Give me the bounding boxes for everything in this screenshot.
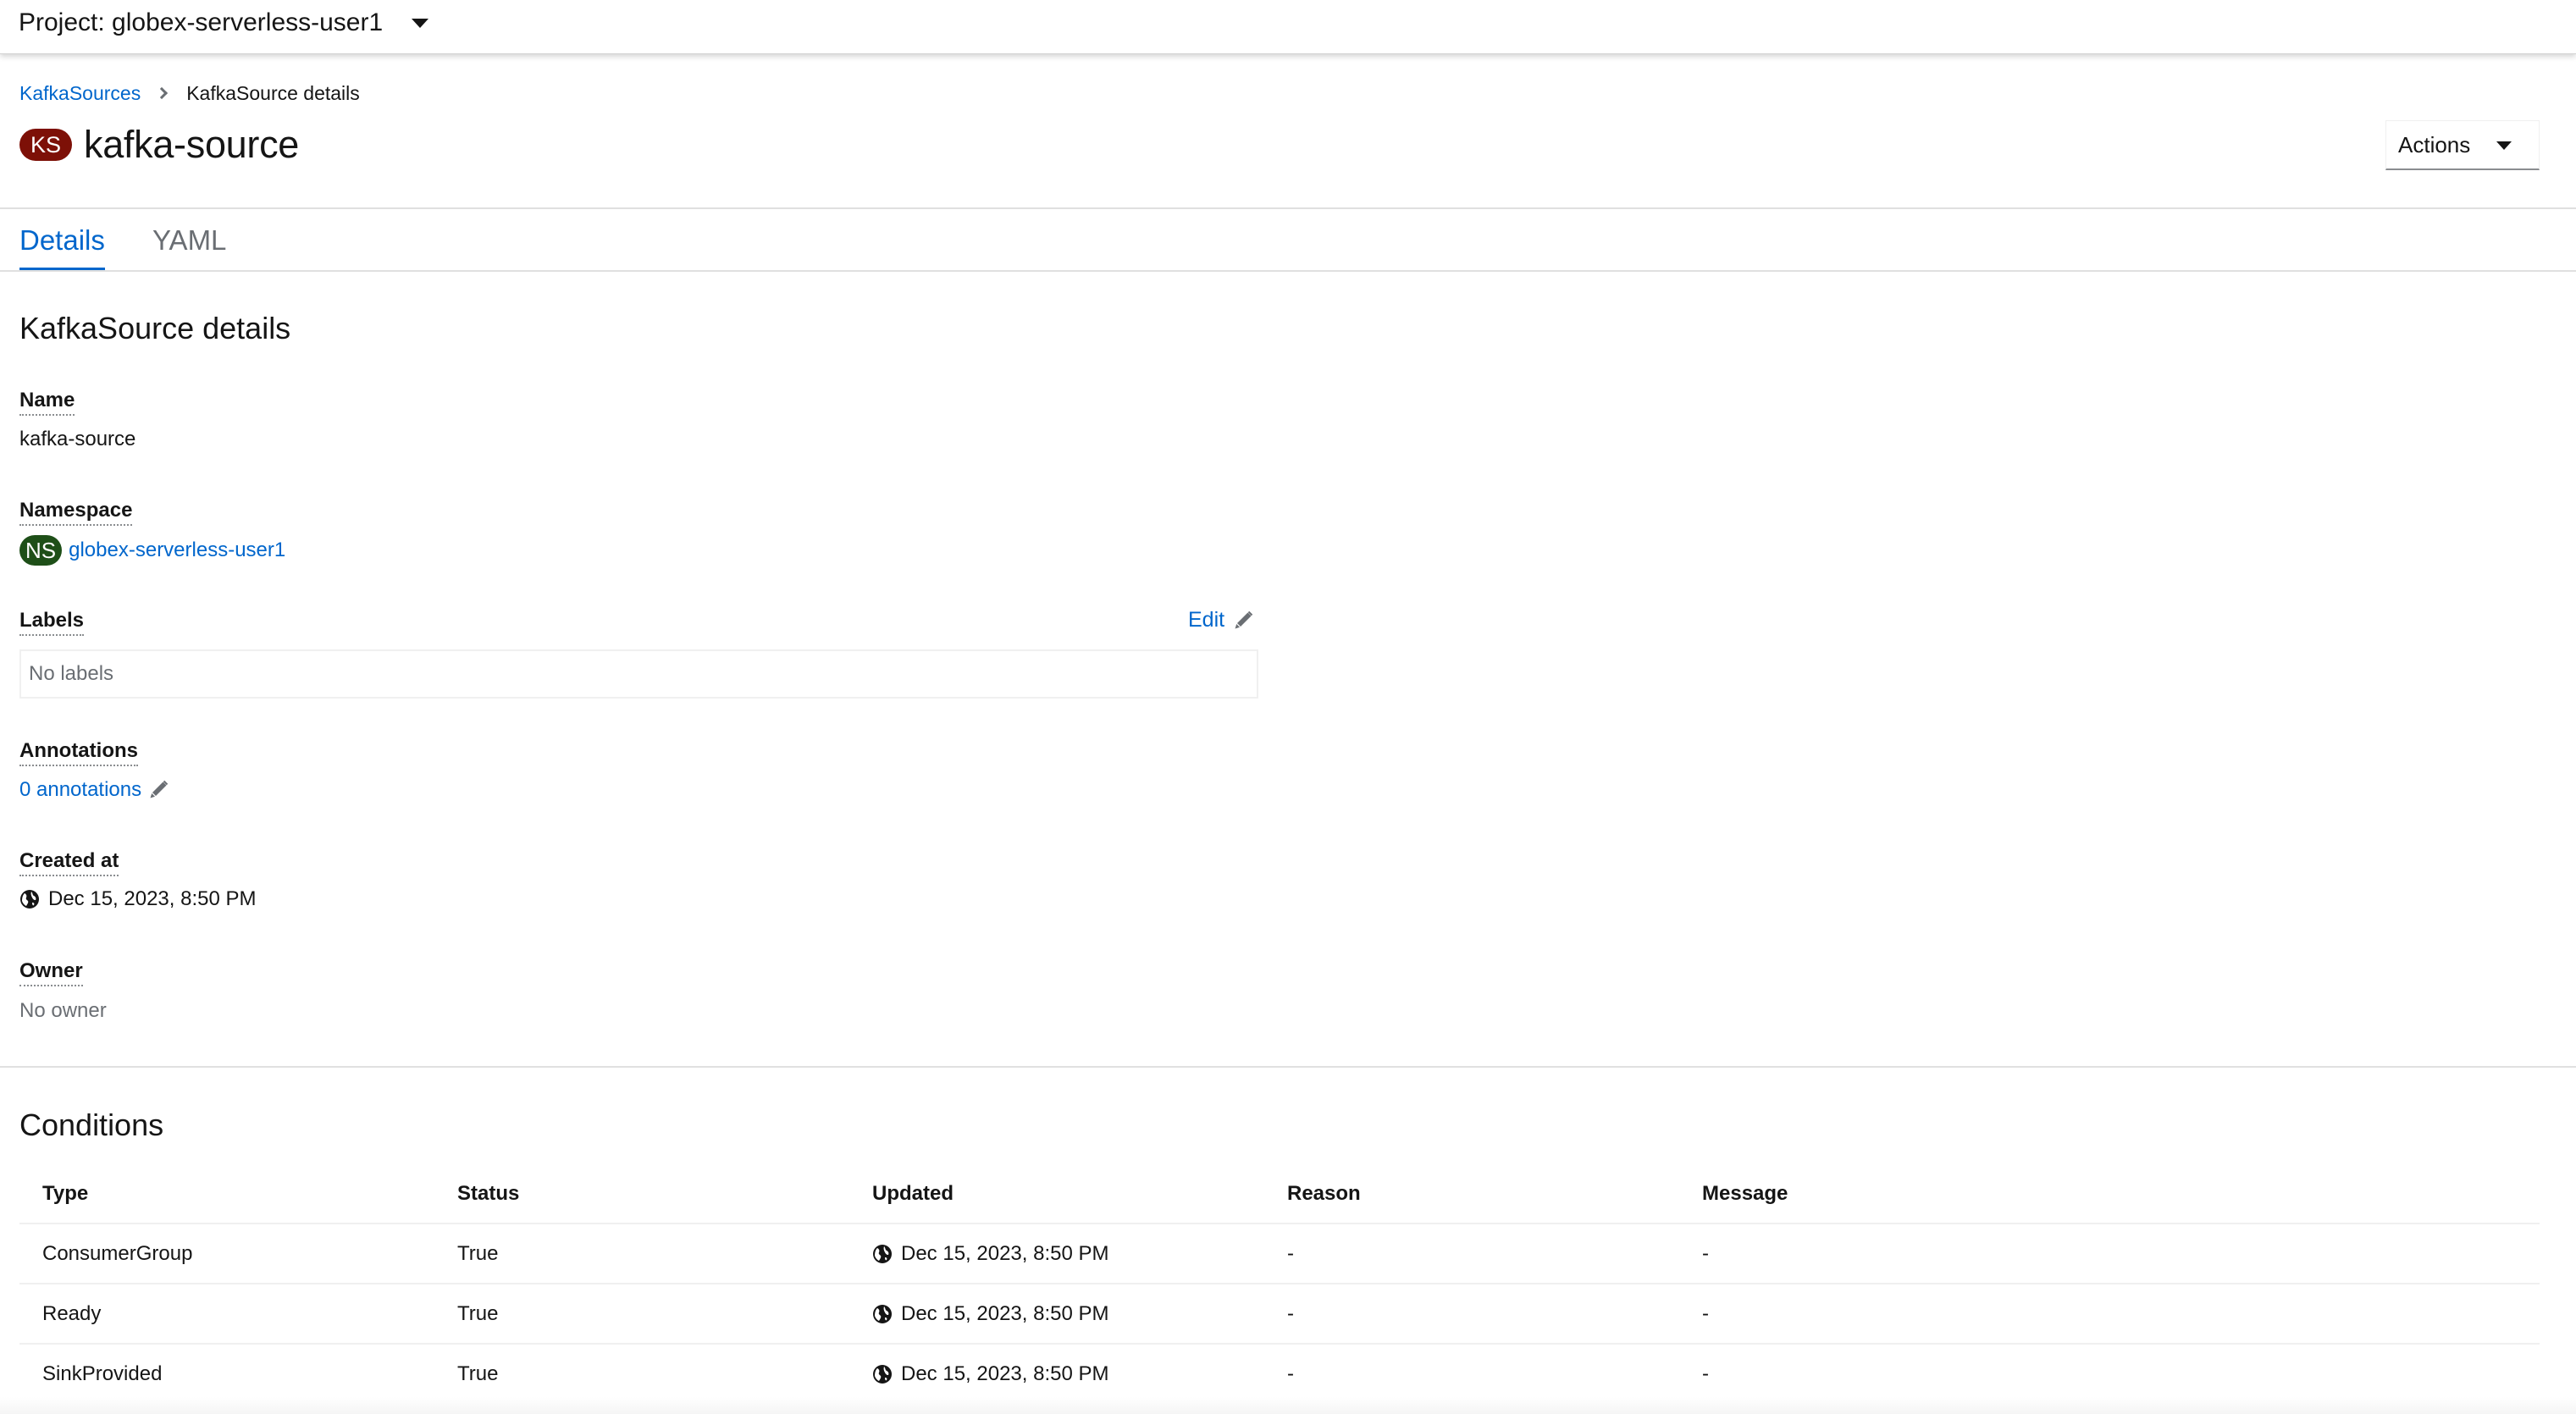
cell-type: Ready — [42, 1301, 102, 1325]
globe-icon — [873, 1244, 892, 1263]
namespace-badge: NS — [19, 535, 63, 566]
created-at-text: Dec 15, 2023, 8:50 PM — [48, 887, 257, 910]
column-header-updated: Updated — [872, 1182, 954, 1205]
bottom-fade — [0, 1397, 2576, 1414]
masthead: Project: globex-serverless-user1 — [0, 0, 2576, 54]
labels-box: No labels — [19, 649, 1258, 699]
tab-details-label: Details — [19, 224, 105, 256]
annotations-label[interactable]: Annotations — [19, 738, 138, 766]
cell-type: ConsumerGroup — [42, 1241, 193, 1265]
breadcrumb: KafkaSources KafkaSource details — [19, 80, 360, 107]
cell-updated: Dec 15, 2023, 8:50 PM — [872, 1345, 1108, 1403]
conditions-table: Type Status Updated Reason Message Consu… — [19, 1165, 2540, 1405]
name-label[interactable]: Name — [19, 388, 75, 416]
column-header-reason: Reason — [1287, 1182, 1361, 1205]
tabs-divider — [0, 270, 2576, 272]
created-at-value: Dec 15, 2023, 8:50 PM — [19, 886, 256, 913]
cell-message: - — [1702, 1241, 1709, 1265]
cell-updated-text: Dec 15, 2023, 8:50 PM — [901, 1362, 1109, 1385]
labels-label[interactable]: Labels — [19, 608, 85, 636]
column-header-type: Type — [42, 1182, 89, 1205]
cell-message: - — [1702, 1301, 1709, 1325]
actions-dropdown-button[interactable]: Actions — [2385, 120, 2540, 170]
tab-details[interactable]: Details — [19, 209, 105, 272]
edit-labels-label: Edit — [1188, 608, 1225, 632]
cell-updated-text: Dec 15, 2023, 8:50 PM — [901, 1241, 1109, 1265]
cell-status: True — [457, 1301, 499, 1325]
details-heading: KafkaSource details — [19, 311, 291, 345]
resource-kind-badge: KS — [19, 129, 72, 161]
globe-icon — [873, 1304, 892, 1323]
column-header-message: Message — [1702, 1182, 1788, 1205]
page-header: KS kafka-source — [19, 121, 299, 168]
pencil-icon[interactable] — [148, 780, 169, 800]
namespace-link[interactable]: globex-serverless-user1 — [69, 537, 285, 564]
owner-value: No owner — [19, 999, 107, 1022]
globe-icon — [873, 1364, 892, 1384]
table-row: ConsumerGroup True Dec 15, 2023, 8:50 PM - - — [19, 1224, 2540, 1284]
conditions-heading: Conditions — [19, 1107, 164, 1142]
breadcrumb-current: KafkaSource details — [186, 81, 360, 104]
pencil-icon — [1235, 610, 1253, 628]
column-header-status: Status — [457, 1182, 520, 1205]
namespace-value: NS globex-serverless-user1 — [19, 535, 285, 566]
name-value: kafka-source — [19, 428, 136, 450]
cell-type: SinkProvided — [42, 1362, 163, 1385]
cell-reason: - — [1287, 1362, 1294, 1385]
cell-status: True — [457, 1362, 499, 1385]
cell-status: True — [457, 1241, 499, 1265]
actions-label: Actions — [2398, 131, 2471, 157]
annotations-value: 0 annotations — [19, 776, 169, 804]
annotations-link[interactable]: 0 annotations — [19, 776, 141, 804]
section-divider — [0, 1066, 2576, 1068]
owner-label[interactable]: Owner — [19, 958, 83, 986]
tabs: Details YAML — [0, 209, 2576, 272]
namespace-label[interactable]: Namespace — [19, 498, 133, 526]
project-selector-label: Project: globex-serverless-user1 — [19, 8, 384, 36]
cell-reason: - — [1287, 1241, 1294, 1265]
table-row: Ready True Dec 15, 2023, 8:50 PM - - — [19, 1284, 2540, 1345]
labels-value: No labels — [29, 662, 114, 685]
chevron-right-icon — [156, 86, 169, 100]
created-at-label[interactable]: Created at — [19, 848, 119, 876]
caret-down-icon — [2496, 141, 2512, 150]
cell-message: - — [1702, 1362, 1709, 1385]
page-title: kafka-source — [84, 123, 300, 166]
caret-down-icon — [412, 18, 429, 28]
tab-yaml-label: YAML — [152, 224, 227, 256]
globe-icon — [20, 890, 39, 909]
project-selector[interactable]: Project: globex-serverless-user1 — [19, 5, 429, 41]
cell-updated: Dec 15, 2023, 8:50 PM — [872, 1284, 1108, 1343]
cell-updated-text: Dec 15, 2023, 8:50 PM — [901, 1301, 1109, 1325]
edit-labels-button[interactable]: Edit — [1188, 608, 1253, 632]
tab-yaml[interactable]: YAML — [152, 209, 226, 272]
cell-updated: Dec 15, 2023, 8:50 PM — [872, 1224, 1108, 1283]
table-row: SinkProvided True Dec 15, 2023, 8:50 PM - - — [19, 1345, 2540, 1405]
table-header-row: Type Status Updated Reason Message — [19, 1165, 2540, 1224]
breadcrumb-kafkasources-link[interactable]: KafkaSources — [19, 82, 141, 105]
cell-reason: - — [1287, 1301, 1294, 1325]
